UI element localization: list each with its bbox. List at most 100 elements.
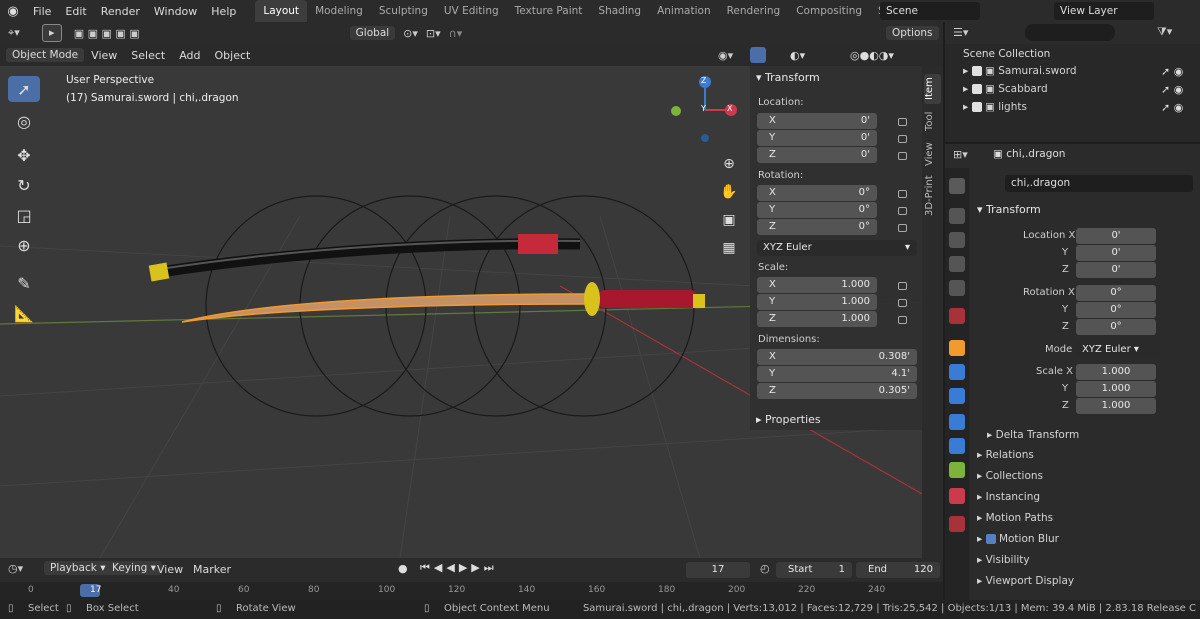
data-tab-icon[interactable]: [949, 462, 965, 478]
dimensions-y-field[interactable]: Y 4.1': [757, 366, 917, 382]
zoom-icon[interactable]: ⊕: [720, 150, 738, 178]
lock-icon[interactable]: [898, 207, 907, 215]
pivot-icon[interactable]: ⊙▾: [403, 27, 418, 40]
rotation-y-field[interactable]: Y 0°: [757, 202, 877, 218]
tab-sculpting[interactable]: Sculpting: [371, 0, 436, 22]
rotation-mode-dropdown[interactable]: XYZ Euler ▾: [757, 240, 917, 256]
outliner-item-samurai-sword[interactable]: ▸ ▣ Samurai.sword: [963, 65, 1193, 77]
npanel-transform-header[interactable]: ▾ Transform: [756, 71, 820, 84]
lock-icon[interactable]: [898, 135, 907, 143]
tab-shading[interactable]: Shading: [590, 0, 649, 22]
tab-animation[interactable]: Animation: [649, 0, 719, 22]
viewport-menu-object[interactable]: Object: [208, 49, 258, 62]
visibility-panel[interactable]: ▸ Visibility: [977, 554, 1030, 566]
outliner-search-input[interactable]: [1025, 24, 1115, 41]
scene-collection-label[interactable]: Scene Collection: [963, 48, 1050, 60]
playback-menu[interactable]: Playback ▾: [44, 561, 112, 575]
move-tool-button[interactable]: ✥: [8, 142, 40, 168]
editor-type-icon[interactable]: ⌖▾: [8, 26, 20, 40]
lock-icon[interactable]: [898, 299, 907, 307]
render-tab-icon[interactable]: [949, 208, 965, 224]
particles-tab-icon[interactable]: [949, 388, 965, 404]
pan-hand-icon[interactable]: ✋: [720, 178, 738, 206]
tool-tab-icon[interactable]: [949, 178, 965, 194]
prop-location-z-field[interactable]: 0': [1076, 262, 1156, 278]
texture-tab-icon[interactable]: [949, 516, 965, 532]
eye-icon[interactable]: ➚ ◉: [1161, 101, 1183, 114]
timeline-ruler[interactable]: 0 17 40 60 80 100 120 140 160 180 200 220 240: [0, 582, 943, 600]
tab-compositing[interactable]: Compositing: [788, 0, 870, 22]
tab-texture-paint[interactable]: Texture Paint: [507, 0, 591, 22]
rotation-z-field[interactable]: Z 0°: [757, 219, 877, 235]
prop-location-y-field[interactable]: 0': [1076, 245, 1156, 261]
motion-blur-panel[interactable]: ▸ Motion Blur: [977, 533, 1059, 545]
snap-icon[interactable]: ⊡▾: [426, 27, 441, 40]
location-x-field[interactable]: X 0': [757, 113, 877, 129]
record-icon[interactable]: ●: [398, 562, 408, 575]
outliner-item-scabbard[interactable]: ▸ ▣ Scabbard: [963, 83, 1193, 95]
location-y-field[interactable]: Y 0': [757, 130, 877, 146]
selection-mode-icons[interactable]: ▣ ▣ ▣ ▣ ▣: [74, 27, 140, 40]
scale-y-field[interactable]: Y 1.000: [757, 294, 877, 310]
dimensions-x-field[interactable]: X 0.308': [757, 349, 917, 365]
location-z-field[interactable]: Z 0': [757, 147, 877, 163]
gizmo-toggle-icon[interactable]: [750, 47, 766, 63]
npanel-properties-header[interactable]: ▸ Properties: [756, 413, 821, 426]
tab-item[interactable]: Item: [924, 74, 941, 104]
collections-panel[interactable]: ▸ Collections: [977, 470, 1043, 482]
camera-icon[interactable]: ▣: [720, 206, 738, 234]
instancing-panel[interactable]: ▸ Instancing: [977, 491, 1040, 503]
select-tool-button[interactable]: ➚: [8, 76, 40, 102]
measure-tool-button[interactable]: 📐: [8, 300, 40, 326]
prop-rotation-mode-dropdown[interactable]: XYZ Euler ▾: [1076, 342, 1160, 358]
outliner-item-lights[interactable]: ▸ ▣ lights: [963, 101, 1193, 113]
output-tab-icon[interactable]: [949, 232, 965, 248]
shading-modes-icon[interactable]: ◎●◐◑▾: [850, 49, 894, 62]
scene-selector[interactable]: Scene: [880, 2, 980, 20]
gizmo-y-icon[interactable]: [671, 106, 681, 116]
menu-help[interactable]: Help: [204, 5, 243, 18]
dimensions-z-field[interactable]: Z 0.305': [757, 383, 917, 399]
prop-rotation-y-field[interactable]: 0°: [1076, 302, 1156, 318]
viewport-menu-add[interactable]: Add: [172, 49, 207, 62]
tab-layout[interactable]: Layout: [255, 0, 308, 22]
start-frame-field[interactable]: Start 1: [776, 562, 852, 578]
modifier-tab-icon[interactable]: [949, 364, 965, 380]
tab-3d-print[interactable]: 3D-Print: [924, 174, 941, 218]
view-layer-selector[interactable]: View Layer: [1054, 2, 1154, 20]
tab-tool[interactable]: Tool: [924, 108, 941, 134]
grid-view-icon[interactable]: ▦: [720, 234, 738, 262]
viewport-menu-view[interactable]: View: [84, 49, 124, 62]
tab-view[interactable]: View: [924, 140, 941, 168]
lock-icon[interactable]: [898, 190, 907, 198]
menu-file[interactable]: File: [26, 5, 58, 18]
lock-icon[interactable]: [898, 316, 907, 324]
rotation-x-field[interactable]: X 0°: [757, 185, 877, 201]
menu-render[interactable]: Render: [94, 5, 147, 18]
current-frame-field[interactable]: 17: [686, 562, 750, 578]
select-tool-icon[interactable]: ▸: [41, 24, 62, 42]
scale-z-field[interactable]: Z 1.000: [757, 311, 877, 327]
outliner-type-icon[interactable]: ☰▾: [953, 26, 968, 39]
object-tab-icon[interactable]: [949, 340, 965, 356]
lock-icon[interactable]: [898, 224, 907, 232]
relations-panel[interactable]: ▸ Relations: [977, 449, 1034, 461]
scene-tab-icon[interactable]: [949, 280, 965, 296]
timeline-marker-menu[interactable]: Marker: [186, 563, 238, 576]
annotate-tool-button[interactable]: ✎: [8, 270, 40, 296]
overlays-icon[interactable]: ◐▾: [790, 49, 805, 62]
orientation-dropdown[interactable]: Global: [349, 26, 396, 40]
timeline-type-icon[interactable]: ◷▾: [8, 562, 23, 575]
menu-window[interactable]: Window: [147, 5, 204, 18]
tab-rendering[interactable]: Rendering: [719, 0, 789, 22]
material-tab-icon[interactable]: [949, 488, 965, 504]
eye-icon[interactable]: ➚ ◉: [1161, 65, 1183, 78]
prop-rotation-z-field[interactable]: 0°: [1076, 319, 1156, 335]
view-layer-tab-icon[interactable]: [949, 256, 965, 272]
clock-icon[interactable]: ◴: [760, 562, 770, 575]
menu-edit[interactable]: Edit: [58, 5, 93, 18]
prop-rotation-x-field[interactable]: 0°: [1076, 285, 1156, 301]
rotate-tool-button[interactable]: ↻: [8, 172, 40, 198]
viewport-display-panel[interactable]: ▸ Viewport Display: [977, 575, 1074, 587]
constraints-tab-icon[interactable]: [949, 438, 965, 454]
